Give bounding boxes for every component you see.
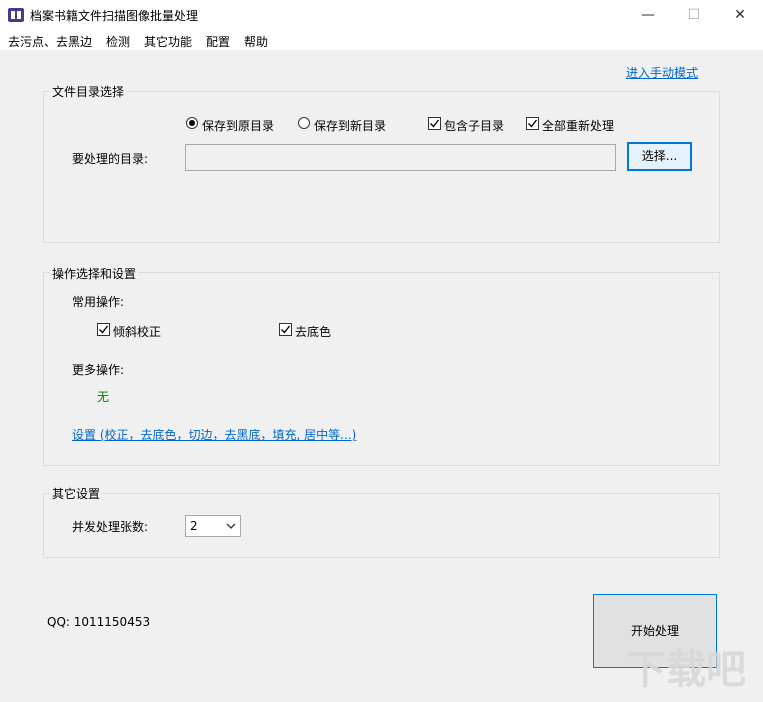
title-bar: 档案书籍文件扫描图像批量处理 — ☐ ✕ [0, 0, 763, 30]
concurrency-select[interactable]: 2 [185, 515, 241, 537]
check-icon [430, 119, 440, 128]
menu-bar: 去污点、去黑边 检测 其它功能 配置 帮助 [0, 30, 763, 50]
include-subdirs-checkbox[interactable] [428, 117, 441, 130]
concurrency-label: 并发处理张数: [72, 520, 149, 534]
check-icon [528, 119, 538, 128]
directory-label: 要处理的目录: [72, 152, 149, 166]
radio-save-new-label[interactable]: 保存到新目录 [314, 117, 386, 134]
menu-item-help[interactable]: 帮助 [244, 33, 268, 50]
menu-item-other-functions[interactable]: 其它功能 [144, 33, 192, 50]
more-operations-value: 无 [97, 390, 110, 404]
reprocess-all-label[interactable]: 全部重新处理 [542, 117, 614, 134]
directory-input[interactable] [185, 144, 616, 171]
app-icon [8, 8, 24, 22]
menu-item-detect[interactable]: 检测 [106, 33, 130, 50]
remove-background-checkbox[interactable] [279, 323, 292, 336]
minimize-icon[interactable]: — [625, 0, 671, 30]
close-icon[interactable]: ✕ [717, 0, 763, 30]
radio-save-new[interactable] [298, 117, 310, 129]
manual-mode-link[interactable]: 进入手动模式 [626, 64, 698, 81]
deskew-label[interactable]: 倾斜校正 [113, 323, 161, 340]
chevron-down-icon [226, 523, 236, 529]
radio-save-original[interactable] [186, 117, 198, 129]
concurrency-value: 2 [190, 519, 198, 533]
watermark-logo: 下载吧 [626, 647, 746, 693]
file-directory-group-title: 文件目录选择 [50, 83, 127, 100]
deskew-checkbox[interactable] [97, 323, 110, 336]
check-icon [99, 325, 109, 334]
more-operations-label: 更多操作: [72, 363, 125, 377]
check-icon [281, 325, 291, 334]
reprocess-all-checkbox[interactable] [526, 117, 539, 130]
operation-settings-link[interactable]: 设置 (校正，去底色，切边，去黑底，填充, 居中等...) [72, 426, 356, 443]
maximize-icon[interactable]: ☐ [671, 0, 717, 30]
qq-contact: QQ: 1011150453 [47, 615, 151, 629]
menu-item-despeckle[interactable]: 去污点、去黑边 [8, 33, 92, 50]
include-subdirs-label[interactable]: 包含子目录 [444, 117, 504, 134]
other-settings-group-title: 其它设置 [50, 485, 103, 502]
radio-save-original-label[interactable]: 保存到原目录 [202, 117, 274, 134]
window-title: 档案书籍文件扫描图像批量处理 [30, 9, 199, 23]
menu-item-config[interactable]: 配置 [206, 33, 230, 50]
common-operations-label: 常用操作: [72, 295, 125, 309]
choose-directory-button[interactable]: 选择... [627, 142, 692, 171]
operations-group-title: 操作选择和设置 [50, 265, 139, 282]
remove-background-label[interactable]: 去底色 [295, 323, 331, 340]
